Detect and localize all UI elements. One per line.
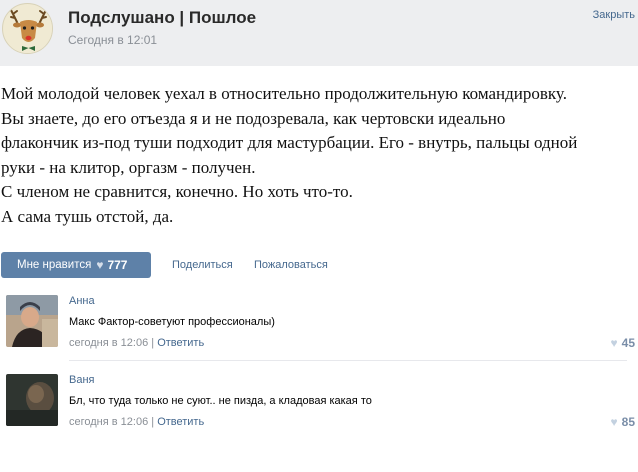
- comment-text: Бл, что туда только не суют.. не пизда, …: [69, 395, 372, 407]
- comment-divider: [69, 360, 627, 361]
- comment-like-count: 45: [621, 336, 635, 350]
- post-date[interactable]: Сегодня в 12:01: [68, 33, 157, 47]
- report-link[interactable]: Пожаловаться: [254, 259, 328, 271]
- meta-separator: |: [148, 416, 158, 428]
- comment-like[interactable]: ♥ 85: [611, 415, 635, 429]
- group-name[interactable]: Подслушано | Пошлое: [68, 8, 256, 28]
- comment-like-count: 85: [621, 415, 635, 429]
- avatar-photo-icon: [6, 374, 58, 426]
- post-line: А сама тушь отстой, да.: [1, 206, 174, 226]
- post-line: С членом не сравнится, конечно. Но хоть …: [1, 182, 353, 201]
- post-line: руки - на клитор, оргазм - получен.: [1, 157, 256, 177]
- reply-link[interactable]: Ответить: [157, 337, 204, 349]
- reply-link[interactable]: Ответить: [157, 416, 204, 428]
- heart-icon: ♥: [610, 336, 618, 350]
- meta-separator: |: [148, 337, 158, 349]
- avatar-photo-icon: [6, 295, 58, 347]
- comment-author[interactable]: Ваня: [69, 374, 95, 386]
- post-line: Вы знаете, до его отъезда я и не подозре…: [1, 108, 506, 128]
- comment-time[interactable]: сегодня в 12:06: [69, 416, 148, 428]
- group-avatar[interactable]: [2, 3, 53, 54]
- post-header: Подслушано | Пошлое Сегодня в 12:01 Закр…: [0, 0, 638, 66]
- post-line: Мой молодой человек уехал в относительно…: [1, 84, 567, 103]
- commenter-avatar[interactable]: [6, 374, 58, 426]
- commenter-avatar[interactable]: [6, 295, 58, 347]
- share-link[interactable]: Поделиться: [172, 259, 233, 271]
- post-line: флакончик из-под туши подходит для масту…: [1, 133, 578, 152]
- deer-logo-icon: [3, 4, 52, 53]
- like-button[interactable]: Мне нравится ♥ 777: [1, 252, 151, 278]
- comment-meta: сегодня в 12:06 | Ответить: [69, 416, 204, 428]
- comment-author[interactable]: Анна: [69, 295, 95, 307]
- heart-icon: ♥: [610, 415, 618, 429]
- comment-meta: сегодня в 12:06 | Ответить: [69, 337, 204, 349]
- like-count: 777: [107, 258, 128, 272]
- comment-text: Макс Фактор-советуют профессионалы): [69, 316, 275, 328]
- close-link[interactable]: Закрыть: [593, 9, 635, 21]
- like-button-label: Мне нравится: [17, 259, 92, 271]
- post-text: Мой молодой человек уехал в относительно…: [1, 82, 637, 229]
- comment-like[interactable]: ♥ 45: [611, 336, 635, 350]
- heart-icon: ♥: [96, 258, 104, 272]
- comment-time[interactable]: сегодня в 12:06: [69, 337, 148, 349]
